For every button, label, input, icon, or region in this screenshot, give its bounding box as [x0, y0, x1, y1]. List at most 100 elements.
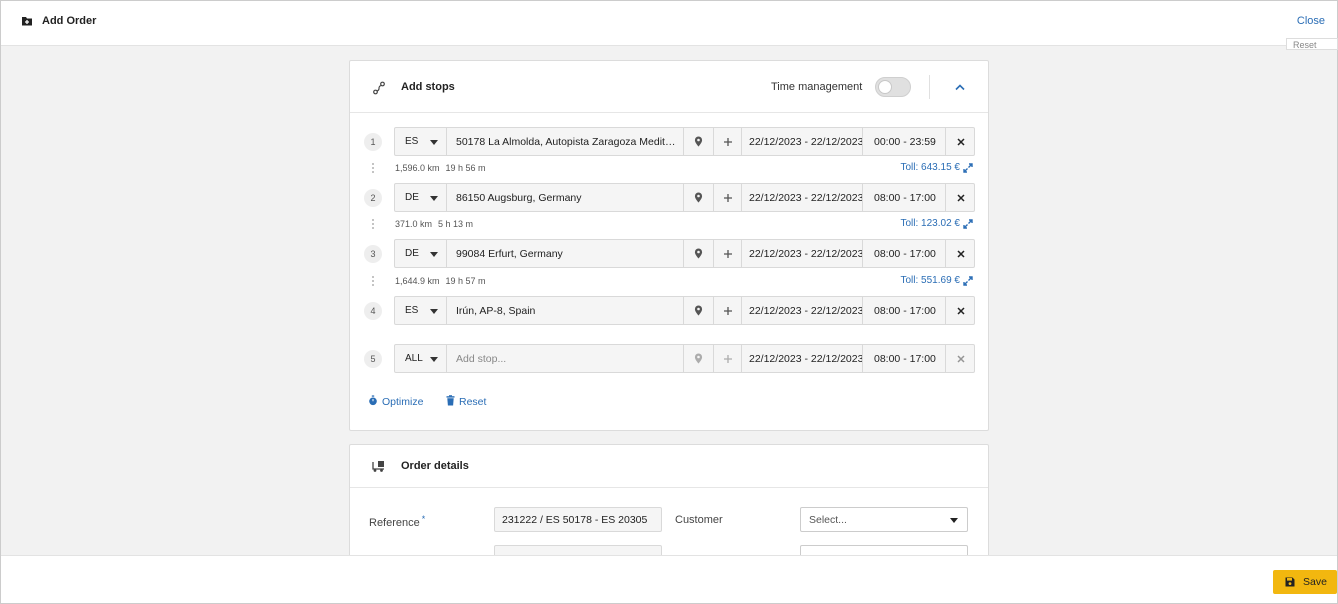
country-select[interactable]: DE: [395, 240, 447, 267]
date-range-value: 22/12/2023 - 22/12/2023: [749, 248, 862, 260]
country-select[interactable]: ES: [395, 297, 447, 324]
time-range-value: 08:00 - 17:00: [874, 248, 936, 260]
leg-duration: 19 h 56 m: [445, 163, 486, 173]
leg-info-3: 1,644.9 km 19 h 57 m Toll: 551.69 €: [364, 274, 976, 290]
plus-icon[interactable]: [713, 184, 741, 211]
stop-address-input[interactable]: 86150 Augsburg, Germany: [456, 192, 680, 204]
save-label: Save: [1303, 576, 1327, 588]
date-range-input[interactable]: 22/12/2023 - 22/12/2023: [741, 184, 862, 211]
chevron-up-icon[interactable]: [953, 80, 967, 94]
date-range-input[interactable]: 22/12/2023 - 22/12/2023: [741, 297, 862, 324]
time-range-input[interactable]: 08:00 - 17:00: [862, 297, 945, 324]
country-select[interactable]: ES: [395, 128, 447, 155]
date-range-input[interactable]: 22/12/2023 - 22/12/2023: [741, 345, 862, 372]
customer-placeholder: Select...: [809, 514, 847, 526]
time-range-value: 08:00 - 17:00: [874, 192, 936, 204]
truck-loading-icon: [372, 459, 386, 473]
reference-label: Reference *: [369, 514, 425, 529]
reference-label-text: Reference: [369, 517, 420, 529]
leg-summary: 1,644.9 km 19 h 57 m: [395, 276, 492, 286]
route-icon: [372, 81, 386, 95]
stop-field: ES 50178 La Almolda, Autopista Zaragoza …: [394, 127, 975, 156]
time-range-value: 00:00 - 23:59: [874, 136, 936, 148]
caret-down-icon: [430, 252, 438, 257]
time-range-input[interactable]: 00:00 - 23:59: [862, 128, 945, 155]
stop-field: DE 99084 Erfurt, Germany 22/12/2023 - 22…: [394, 239, 975, 268]
stop-number: 4: [364, 302, 382, 320]
toll-link[interactable]: Toll: 551.69 €: [901, 275, 961, 286]
reference-input[interactable]: 231222 / ES 50178 - ES 20305: [494, 507, 662, 532]
map-pin-icon: [683, 345, 713, 372]
stop-field: DE 86150 Augsburg, Germany 22/12/2023 - …: [394, 183, 975, 212]
country-select[interactable]: ALL: [395, 345, 447, 372]
country-code: DE: [405, 248, 419, 259]
stops-card-header: Add stops Time management: [350, 61, 988, 113]
toll-link[interactable]: Toll: 123.02 €: [901, 218, 961, 229]
time-range-value: 08:00 - 17:00: [874, 305, 936, 317]
stop-address-input[interactable]: 99084 Erfurt, Germany: [456, 248, 680, 260]
modal-header: Add Order Close: [1, 1, 1337, 46]
stop-row-2: 2 DE 86150 Augsburg, Germany 22/12/2023 …: [364, 183, 976, 213]
remove-stop-icon[interactable]: [945, 240, 975, 267]
caret-down-icon: [430, 309, 438, 314]
stop-number: 5: [364, 350, 382, 368]
stop-number: 1: [364, 133, 382, 151]
remove-stop-icon[interactable]: [945, 184, 975, 211]
header-divider: [929, 75, 930, 99]
leg-summary: 1,596.0 km 19 h 56 m: [395, 163, 492, 173]
reset-button[interactable]: Reset: [446, 395, 486, 408]
required-marker: *: [421, 514, 426, 524]
leg-distance: 1,644.9 km: [395, 276, 440, 286]
customer-select[interactable]: Select...: [800, 507, 968, 532]
leg-distance: 371.0 km: [395, 219, 433, 229]
remove-stop-icon[interactable]: [945, 128, 975, 155]
time-management-toggle[interactable]: [875, 77, 911, 97]
close-link[interactable]: Close: [1297, 15, 1325, 27]
optimize-button[interactable]: Optimize: [368, 395, 423, 408]
reset-label: Reset: [459, 396, 487, 408]
map-pin-icon[interactable]: [683, 240, 713, 267]
add-stop-input[interactable]: Add stop...: [456, 353, 680, 365]
toggle-knob: [878, 80, 892, 94]
plus-icon[interactable]: [713, 297, 741, 324]
customer-label: Customer: [675, 514, 723, 526]
stop-row-1: 1 ES 50178 La Almolda, Autopista Zaragoz…: [364, 127, 976, 157]
map-pin-icon[interactable]: [683, 297, 713, 324]
toll-link[interactable]: Toll: 643.15 €: [901, 162, 961, 173]
time-management-label: Time management: [771, 81, 863, 93]
map-pin-icon[interactable]: [683, 184, 713, 211]
expand-icon[interactable]: [963, 163, 973, 173]
time-range-input[interactable]: 08:00 - 17:00: [862, 345, 945, 372]
date-range-value: 22/12/2023 - 22/12/2023: [749, 192, 862, 204]
date-range-value: 22/12/2023 - 22/12/2023: [749, 305, 862, 317]
leg-summary: 371.0 km 5 h 13 m: [395, 219, 479, 229]
expand-icon[interactable]: [963, 219, 973, 229]
stop-address-input[interactable]: 50178 La Almolda, Autopista Zaragoza Med…: [456, 136, 680, 148]
stop-row-4: 4 ES Irún, AP-8, Spain 22/12/2023 - 22/1…: [364, 296, 976, 326]
modal-footer: Save: [1, 555, 1337, 603]
stop-number: 2: [364, 189, 382, 207]
time-range-input[interactable]: 08:00 - 17:00: [862, 184, 945, 211]
caret-down-icon: [430, 196, 438, 201]
stop-address-input[interactable]: Irún, AP-8, Spain: [456, 305, 680, 317]
plus-icon[interactable]: [713, 128, 741, 155]
new-stop-row: 5 ALL Add stop... 22/12/2023 - 22/12/202…: [364, 344, 976, 374]
drag-handle-icon[interactable]: [372, 276, 374, 286]
time-range-input[interactable]: 08:00 - 17:00: [862, 240, 945, 267]
date-range-input[interactable]: 22/12/2023 - 22/12/2023: [741, 240, 862, 267]
remove-stop-icon[interactable]: [945, 297, 975, 324]
drag-handle-icon[interactable]: [372, 219, 374, 229]
trash-icon: [446, 395, 455, 406]
country-select[interactable]: DE: [395, 184, 447, 211]
expand-icon[interactable]: [963, 276, 973, 286]
stop-field: ALL Add stop... 22/12/2023 - 22/12/2023 …: [394, 344, 975, 373]
remove-stop-icon: [945, 345, 975, 372]
stop-field: ES Irún, AP-8, Spain 22/12/2023 - 22/12/…: [394, 296, 975, 325]
map-pin-icon[interactable]: [683, 128, 713, 155]
plus-icon[interactable]: [713, 240, 741, 267]
caret-down-icon: [430, 140, 438, 145]
country-code: DE: [405, 192, 419, 203]
save-button[interactable]: Save: [1273, 570, 1337, 594]
drag-handle-icon[interactable]: [372, 163, 374, 173]
date-range-input[interactable]: 22/12/2023 - 22/12/2023: [741, 128, 862, 155]
